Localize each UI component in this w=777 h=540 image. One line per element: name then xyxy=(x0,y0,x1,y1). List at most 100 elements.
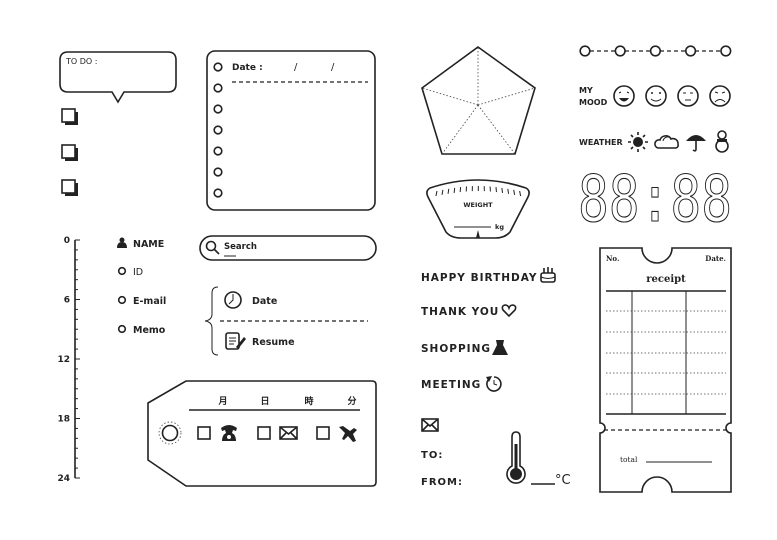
tag-day: 日 xyxy=(260,396,269,407)
temperature-unit: °C xyxy=(555,473,571,488)
date-label: Date : xyxy=(232,63,263,73)
scale-tick xyxy=(441,189,444,195)
weather-label: WEATHER xyxy=(579,138,623,147)
pentagon-chart xyxy=(421,46,536,155)
sad-face-icon xyxy=(709,85,731,107)
airplane-icon xyxy=(339,426,357,442)
checkbox[interactable] xyxy=(316,426,330,440)
neutral-face-icon xyxy=(677,85,699,107)
ruler-label: 12 xyxy=(57,355,70,365)
timeline-node xyxy=(649,45,662,57)
snowman-icon xyxy=(715,130,729,153)
heart-icon xyxy=(501,304,517,318)
phrase-thankyou: THANK YOU xyxy=(421,306,499,318)
circle-icon xyxy=(117,324,127,334)
bracket-date: Date xyxy=(252,296,277,307)
phrase-shopping: SHOPPING xyxy=(421,343,491,355)
field-email: E-mail xyxy=(133,296,166,307)
person-icon xyxy=(117,237,127,248)
timeline-node xyxy=(579,45,591,57)
dress-icon xyxy=(492,340,508,355)
scale-tick xyxy=(507,188,510,194)
stamp-artwork: TO DO : Date : / / MY MOOD WEATHER 88:88… xyxy=(57,45,733,493)
scale-tick xyxy=(447,188,450,194)
field-list: NAME ID E-mail Memo xyxy=(117,237,166,336)
ruler-label: 6 xyxy=(64,296,70,306)
to-label: TO: xyxy=(421,450,443,461)
ruler-label: 24 xyxy=(57,474,70,484)
ruler-label: 0 xyxy=(64,236,70,246)
clock-display: 88:88 xyxy=(578,163,732,237)
sun-icon xyxy=(628,132,648,152)
ring-hole xyxy=(213,125,223,135)
clock-icon xyxy=(486,376,502,392)
checkbox[interactable] xyxy=(61,179,78,196)
stamp-sheet: TO DO : Date : / / MY MOOD WEATHER 88:88… xyxy=(0,0,777,540)
bracket-list: Date Resume xyxy=(204,286,368,356)
laughing-face-icon xyxy=(613,85,635,107)
circle-icon xyxy=(117,295,127,305)
ring-hole xyxy=(213,62,223,72)
search-label: Search xyxy=(224,242,257,252)
field-name: NAME xyxy=(133,239,164,250)
todo-checkboxes xyxy=(61,108,78,196)
date-slash: / xyxy=(294,62,298,73)
timeline xyxy=(579,45,732,57)
receipt-title: receipt xyxy=(646,274,686,285)
receipt-ticket: No. Date. receipt total xyxy=(599,247,732,493)
checkbox[interactable] xyxy=(61,144,78,161)
tag-minute: 分 xyxy=(347,395,356,407)
timeline-node xyxy=(614,45,626,57)
from-label: FROM: xyxy=(421,477,463,488)
scale-tick xyxy=(435,190,438,197)
phrase-stamps: HAPPY BIRTHDAY THANK YOU SHOPPING MEETIN… xyxy=(421,267,556,392)
ruler-label: 18 xyxy=(57,415,70,425)
scale-tick xyxy=(513,189,516,195)
clock-icon xyxy=(224,291,242,309)
search-icon xyxy=(205,240,220,255)
umbrella-icon xyxy=(686,135,706,152)
ring-hole xyxy=(213,167,223,177)
telephone-icon xyxy=(221,425,237,441)
receipt-total: total xyxy=(620,455,638,464)
mood-label: MOOD xyxy=(579,98,608,107)
search-bar[interactable]: Search xyxy=(199,235,377,261)
smiling-face-icon xyxy=(645,85,667,107)
checkbox[interactable] xyxy=(257,426,271,440)
scale-tick xyxy=(453,187,456,193)
weather-row: WEATHER xyxy=(579,130,729,153)
weight-unit: kg xyxy=(495,223,504,231)
receipt-no: No. xyxy=(606,254,619,263)
scale-tick xyxy=(501,187,503,193)
ruler: 0 6 12 18 24 xyxy=(57,236,80,484)
tag-hour: 時 xyxy=(304,395,313,407)
field-memo: Memo xyxy=(133,325,166,336)
envelope-icon xyxy=(421,418,439,432)
cake-icon xyxy=(540,267,556,283)
mood-row: MY MOOD xyxy=(579,85,731,107)
checkbox[interactable] xyxy=(197,426,211,440)
cloud-icon xyxy=(654,135,679,149)
date-slash: / xyxy=(331,62,335,73)
digital-clock: 88:88 xyxy=(577,162,732,237)
todo-label: TO DO : xyxy=(65,57,97,66)
ring-hole xyxy=(213,104,223,114)
mail-stamp: TO: FROM: xyxy=(421,418,463,488)
scale-tick xyxy=(519,190,522,197)
notepad: Date : / / xyxy=(206,50,376,211)
bracket-resume: Resume xyxy=(252,337,295,348)
mood-label: MY xyxy=(579,86,593,95)
ring-hole xyxy=(213,83,223,93)
field-id: ID xyxy=(133,267,143,278)
weight-scale: WEIGHT kg xyxy=(426,179,530,239)
timeline-node xyxy=(720,45,732,57)
timeline-node xyxy=(684,45,697,57)
weight-label: WEIGHT xyxy=(463,201,493,209)
ring-hole xyxy=(213,188,223,198)
envelope-icon xyxy=(279,426,298,440)
todo-bubble: TO DO : xyxy=(59,51,177,104)
thermometer-icon: °C xyxy=(506,431,571,488)
phrase-meeting: MEETING xyxy=(421,379,481,391)
ring-hole xyxy=(213,146,223,156)
checkbox[interactable] xyxy=(61,108,78,125)
